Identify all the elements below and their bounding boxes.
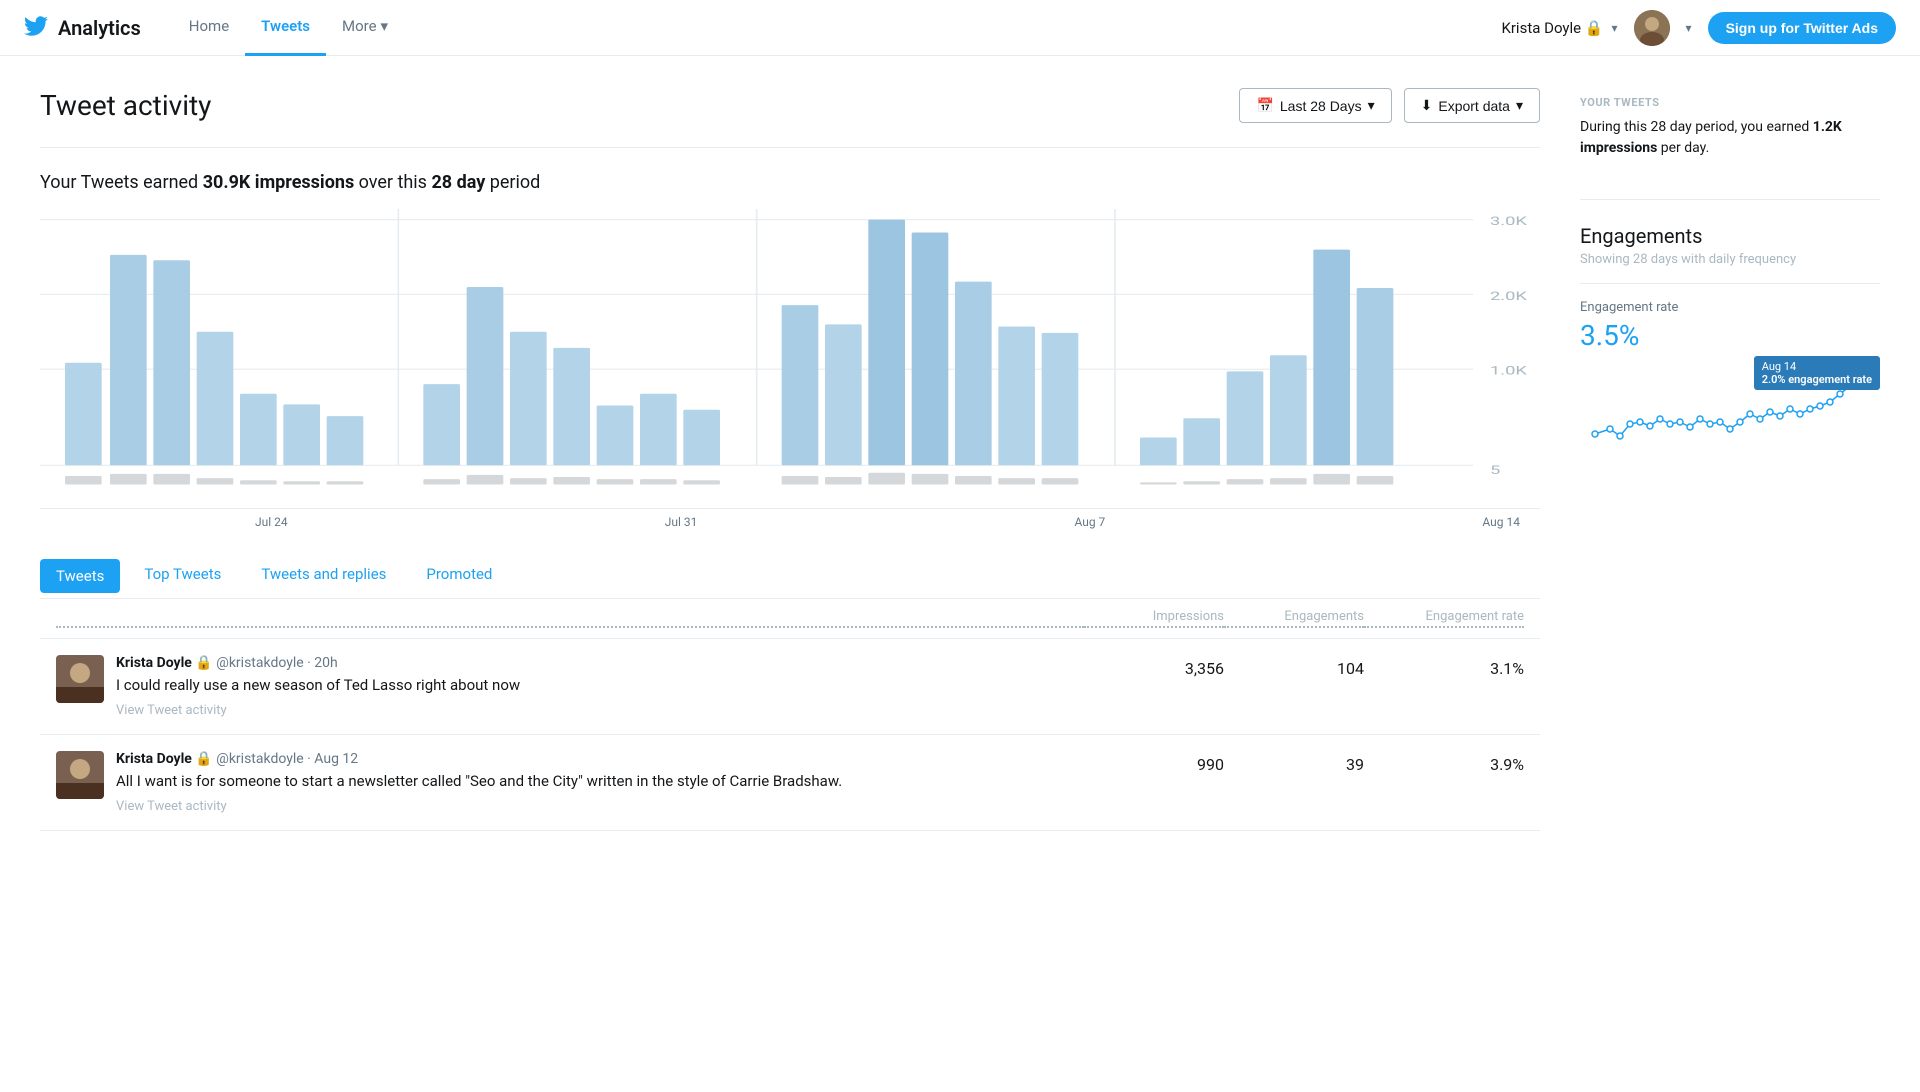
tab-top-tweets[interactable]: Top Tweets bbox=[124, 553, 241, 598]
tweet-text-block: Krista Doyle 🔒 @kristakdoyle · Aug 12 Al… bbox=[116, 751, 1084, 814]
tweet-engagements: 104 bbox=[1224, 655, 1364, 678]
signup-twitter-ads-button[interactable]: Sign up for Twitter Ads bbox=[1708, 12, 1896, 44]
your-tweets-title: YOUR TWEETS bbox=[1580, 96, 1880, 109]
table-row: Krista Doyle 🔒 @kristakdoyle · Aug 12 Al… bbox=[40, 735, 1540, 831]
engagement-rate-label: Engagement rate bbox=[1580, 300, 1880, 315]
avatar[interactable] bbox=[1634, 10, 1670, 46]
tweet-engagements: 39 bbox=[1224, 751, 1364, 774]
sidebar-right: YOUR TWEETS During this 28 day period, y… bbox=[1580, 88, 1880, 831]
date-range-button[interactable]: 📅 Last 28 Days ▾ bbox=[1239, 88, 1391, 123]
nav-home[interactable]: Home bbox=[173, 0, 245, 56]
more-chevron-icon: ▾ bbox=[381, 17, 389, 35]
x-label-1: Jul 24 bbox=[255, 515, 288, 529]
bar-chart-svg: 3.0K 2.0K 1.0K 5 bbox=[40, 209, 1540, 508]
tweet-text-block: Krista Doyle 🔒 @kristakdoyle · 20h I cou… bbox=[116, 655, 1084, 718]
tweet-handle: @kristakdoyle bbox=[216, 751, 303, 767]
export-chevron-icon: ▾ bbox=[1516, 97, 1523, 114]
x-label-2: Jul 31 bbox=[665, 515, 698, 529]
header-controls: 📅 Last 28 Days ▾ ⬇ Export data ▾ bbox=[1239, 88, 1540, 123]
tweet-impressions: 990 bbox=[1084, 751, 1224, 774]
tabs-row: Tweets Top Tweets Tweets and replies Pro… bbox=[40, 553, 1540, 599]
tweet-avatar bbox=[56, 655, 104, 703]
engagements-panel: Engagements Showing 28 days with daily f… bbox=[1580, 199, 1880, 464]
page-header: Tweet activity 📅 Last 28 Days ▾ ⬇ Export… bbox=[40, 88, 1540, 148]
impressions-summary: Your Tweets earned 30.9K impressions ove… bbox=[40, 172, 1540, 193]
svg-text:3.0K: 3.0K bbox=[1490, 214, 1527, 228]
chart-tooltip: Aug 14 2.0% engagement rate bbox=[1754, 356, 1880, 390]
chart-x-labels: Jul 24 Jul 31 Aug 7 Aug 14 bbox=[40, 509, 1540, 529]
tweet-body: I could really use a new season of Ted L… bbox=[116, 675, 1084, 696]
tweet-table-header: Impressions Engagements Engagement rate bbox=[40, 599, 1540, 639]
tweet-time: · 20h bbox=[307, 655, 338, 671]
user-menu[interactable]: Krista Doyle 🔒 ▾ bbox=[1501, 19, 1617, 37]
col-engagements: Engagements bbox=[1224, 609, 1364, 628]
engagement-rate-value: 3.5% bbox=[1580, 319, 1880, 352]
svg-text:2.0K: 2.0K bbox=[1490, 289, 1527, 303]
nav-links: Home Tweets More ▾ bbox=[173, 0, 1502, 56]
col-impressions: Impressions bbox=[1084, 609, 1224, 628]
export-data-button[interactable]: ⬇ Export data ▾ bbox=[1404, 88, 1540, 123]
tab-tweets-replies[interactable]: Tweets and replies bbox=[241, 553, 406, 598]
col-rate: Engagement rate bbox=[1364, 609, 1524, 628]
svg-text:5: 5 bbox=[1490, 463, 1501, 477]
tweet-content: Krista Doyle 🔒 @kristakdoyle · 20h I cou… bbox=[56, 655, 1084, 718]
analytics-title: Analytics bbox=[58, 16, 141, 40]
engagement-panel-title: Engagements bbox=[1580, 224, 1880, 248]
nav-tweets[interactable]: Tweets bbox=[245, 0, 326, 56]
twitter-bird-icon bbox=[24, 14, 48, 42]
your-tweets-sidebar: YOUR TWEETS During this 28 day period, y… bbox=[1580, 96, 1880, 159]
tab-tweets[interactable]: Tweets bbox=[40, 559, 120, 593]
download-icon: ⬇ bbox=[1421, 97, 1433, 114]
bar-chart-section: 3.0K 2.0K 1.0K 5 bbox=[40, 209, 1540, 529]
engagement-panel-subtitle: Showing 28 days with daily frequency bbox=[1580, 252, 1880, 284]
bar-chart-wrapper: 3.0K 2.0K 1.0K 5 bbox=[40, 209, 1540, 509]
tweet-meta: Krista Doyle 🔒 @kristakdoyle · 20h bbox=[116, 655, 1084, 671]
x-label-3: Aug 7 bbox=[1074, 515, 1105, 529]
view-tweet-activity-link[interactable]: View Tweet activity bbox=[116, 799, 227, 814]
tweet-author: Krista Doyle 🔒 bbox=[116, 751, 213, 767]
your-tweets-desc: During this 28 day period, you earned 1.… bbox=[1580, 117, 1880, 159]
tweet-time: · Aug 12 bbox=[307, 751, 358, 767]
tweet-author: Krista Doyle 🔒 bbox=[116, 655, 213, 671]
date-chevron-icon: ▾ bbox=[1368, 97, 1375, 114]
tweet-rate: 3.9% bbox=[1364, 751, 1524, 774]
tweet-content: Krista Doyle 🔒 @kristakdoyle · Aug 12 Al… bbox=[56, 751, 1084, 814]
tweet-impressions: 3,356 bbox=[1084, 655, 1224, 678]
user-chevron-icon: ▾ bbox=[1612, 21, 1618, 35]
table-row: Krista Doyle 🔒 @kristakdoyle · 20h I cou… bbox=[40, 639, 1540, 735]
x-label-4: Aug 14 bbox=[1482, 515, 1520, 529]
brand: Analytics bbox=[24, 14, 141, 42]
tab-promoted[interactable]: Promoted bbox=[406, 553, 512, 598]
tooltip-date: Aug 14 bbox=[1762, 360, 1872, 373]
tweet-handle: @kristakdoyle bbox=[216, 655, 303, 671]
col-tweet bbox=[56, 609, 1084, 628]
tweet-body: All I want is for someone to start a new… bbox=[116, 771, 1084, 792]
svg-text:1.0K: 1.0K bbox=[1490, 364, 1527, 378]
avatar-image bbox=[1634, 10, 1670, 46]
tweet-rate: 3.1% bbox=[1364, 655, 1524, 678]
content-main: Tweet activity 📅 Last 28 Days ▾ ⬇ Export… bbox=[40, 88, 1580, 831]
tweet-avatar bbox=[56, 751, 104, 799]
user-name: Krista Doyle 🔒 bbox=[1501, 19, 1603, 37]
nav-more[interactable]: More ▾ bbox=[326, 0, 404, 56]
calendar-icon: 📅 bbox=[1256, 97, 1273, 114]
view-tweet-activity-link[interactable]: View Tweet activity bbox=[116, 703, 227, 718]
engagement-line-chart: Aug 14 2.0% engagement rate bbox=[1580, 364, 1880, 464]
main-layout: Tweet activity 📅 Last 28 Days ▾ ⬇ Export… bbox=[0, 56, 1920, 831]
navbar: Analytics Home Tweets More ▾ Krista Doyl… bbox=[0, 0, 1920, 56]
tweet-meta: Krista Doyle 🔒 @kristakdoyle · Aug 12 bbox=[116, 751, 1084, 767]
tooltip-value: 2.0% engagement rate bbox=[1762, 373, 1872, 386]
nav-right: Krista Doyle 🔒 ▾ ▾ Sign up for Twitter A… bbox=[1501, 10, 1896, 46]
page-title: Tweet activity bbox=[40, 89, 211, 122]
avatar-chevron-icon: ▾ bbox=[1686, 21, 1692, 35]
